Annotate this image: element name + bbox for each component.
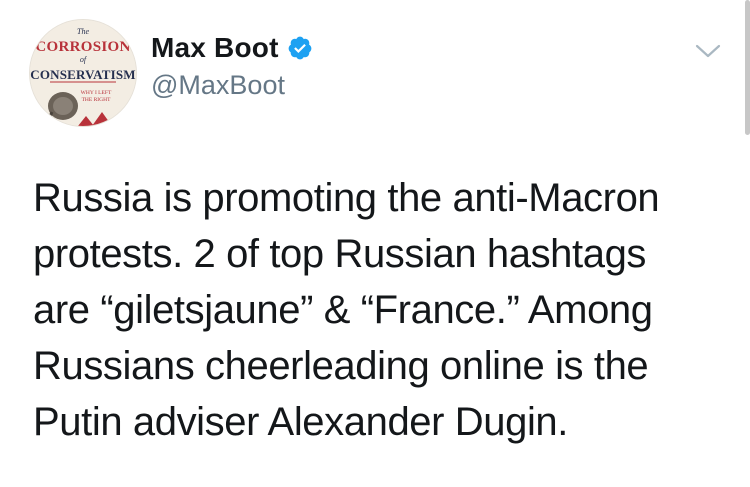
book-subtitle-1: WHY I LEFT — [81, 90, 112, 96]
avatar-book-cover: The CORROSION of CONSERVATISM WHY I LEFT… — [30, 20, 136, 126]
author-name-row[interactable]: Max Boot — [151, 32, 313, 64]
display-name[interactable]: Max Boot — [151, 32, 279, 64]
tweet-text-line: Putin adviser Alexander Dugin. — [33, 400, 568, 444]
chevron-down-icon[interactable] — [694, 42, 722, 60]
tweet-card: The CORROSION of CONSERVATISM WHY I LEFT… — [0, 0, 750, 487]
avatar[interactable]: The CORROSION of CONSERVATISM WHY I LEFT… — [30, 20, 136, 126]
author-handle[interactable]: @MaxBoot — [151, 70, 285, 101]
book-title-line-1: CORROSION — [35, 39, 130, 55]
scrollbar[interactable] — [745, 0, 750, 135]
tweet-text-line: are “giletsjaune” & “France.” Among — [33, 288, 653, 332]
tweet-text-line: protests. 2 of top Russian hashtags — [33, 232, 647, 276]
tweet-text-line: Russians cheerleading online is the — [33, 344, 649, 388]
book-subtitle-2: THE RIGHT — [82, 97, 112, 103]
book-the-text: The — [77, 27, 89, 36]
tweet-text: Russia is promoting the anti-Macron prot… — [33, 170, 723, 450]
verified-badge-icon — [288, 36, 311, 60]
book-title-line-2: CONSERVATISM — [30, 67, 136, 82]
tweet-text-line: Russia is promoting the anti-Macron — [33, 176, 660, 220]
